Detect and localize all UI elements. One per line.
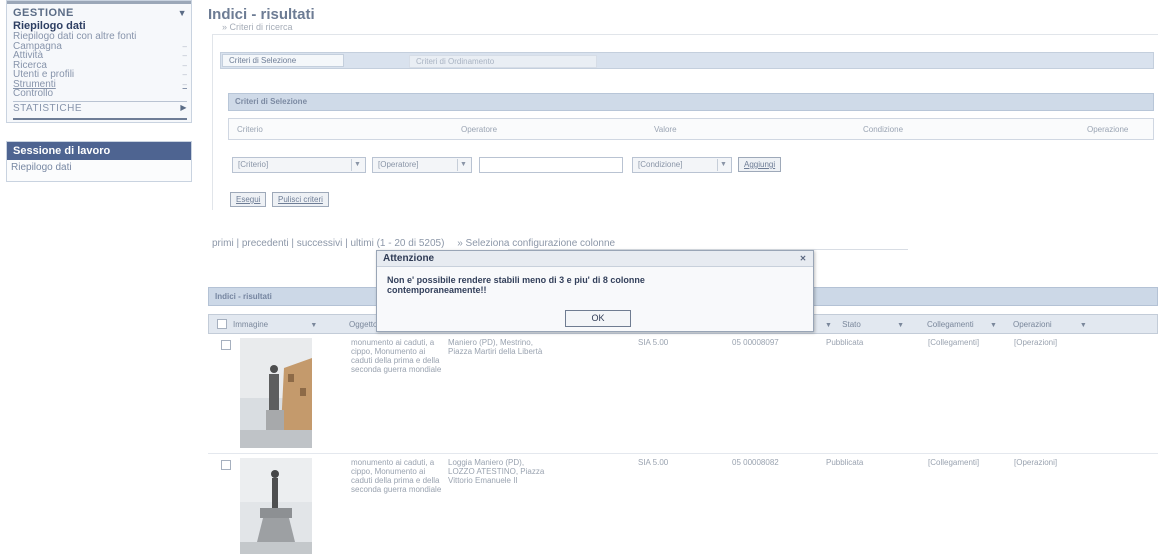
row-collegamenti-link[interactable]: [Collegamenti] — [928, 338, 979, 347]
th-immagine[interactable]: Immagine ▼ — [233, 320, 317, 329]
sidebar: GESTIONE ▼ Riepilogo dati Riepilogo dati… — [6, 0, 192, 182]
th-stato-label: Stato — [842, 320, 861, 329]
chevron-down-icon[interactable]: ▼ — [897, 322, 904, 329]
chevron-down-icon[interactable]: ▼ — [310, 322, 317, 329]
tab-criteri-ordinamento[interactable]: Criteri di Ordinamento — [409, 55, 597, 68]
criteria-columns-row: Criterio Operatore Valore Condizione Ope… — [228, 118, 1154, 140]
row-id: 05 00008082 — [732, 458, 779, 467]
th-operazioni-label: Operazioni — [1013, 320, 1052, 329]
menu-statistiche-label: STATISTICHE — [13, 102, 83, 114]
menu-bottom-line — [13, 117, 187, 120]
menu-item-marker: – — [182, 70, 187, 79]
row-id: 05 00008097 — [732, 338, 779, 347]
dialog-title: Attenzione — [383, 253, 435, 264]
columns-config-link[interactable]: » Seleziona configurazione colonne — [457, 238, 615, 249]
page-next-link[interactable]: successivi — [297, 238, 343, 249]
pagination-separator: | — [236, 238, 240, 249]
dialog-message-line1: Non e' possibile rendere stabili meno di… — [387, 275, 645, 285]
menu-item-marker: – — [182, 51, 187, 60]
th-collegamenti[interactable]: Collegamenti ▼ — [927, 320, 997, 329]
th-immagine-label: Immagine — [233, 320, 269, 329]
select-all-checkbox[interactable] — [217, 319, 227, 329]
session-panel: Sessione di lavoro Riepilogo dati — [6, 140, 192, 182]
menu-header-statistiche[interactable]: STATISTICHE ▶ — [13, 102, 187, 115]
session-title: Sessione di lavoro — [7, 141, 191, 160]
menu-item-marker: – — [182, 79, 187, 89]
menu-item-controllo[interactable]: Controllo — [13, 89, 187, 99]
dialog-titlebar: Attenzione ✕ — [377, 251, 813, 267]
page-previous-link[interactable]: precedenti — [242, 238, 289, 249]
col-operatore: Operatore — [461, 125, 498, 134]
menu-item-marker: – — [182, 60, 187, 70]
ok-button[interactable]: OK — [565, 310, 631, 327]
col-valore: Valore — [654, 125, 677, 134]
condizione-select[interactable]: [Condizione] ▼ — [632, 157, 732, 173]
col-condizione: Condizione — [863, 125, 904, 134]
th-oggetto[interactable]: Oggetto — [349, 320, 377, 329]
chevron-down-icon: ▼ — [717, 159, 729, 171]
dialog-message: Non e' possibile rendere stabili meno di… — [377, 267, 813, 295]
menu-item-label: Controllo — [13, 88, 54, 99]
menu-top-line — [7, 1, 191, 4]
th-operazioni[interactable]: Operazioni ▼ — [1013, 320, 1087, 329]
row-codice: SIA 5.00 — [638, 458, 669, 467]
operatore-select-value: [Operatore] — [378, 160, 419, 169]
th-stato[interactable]: ▼ Stato ▼ — [825, 320, 904, 329]
row-luogo: Maniero (PD), Mestrino, Piazza Martiri d… — [448, 338, 543, 356]
row-collegamenti-link[interactable]: [Collegamenti] — [928, 458, 979, 467]
monument-thumbnail[interactable] — [240, 338, 312, 448]
criterio-select[interactable]: [Criterio] ▼ — [232, 157, 366, 173]
condizione-select-value: [Condizione] — [638, 160, 683, 169]
col-operazione: Operazione — [1087, 125, 1129, 134]
row-checkbox[interactable] — [221, 340, 231, 350]
pagination-separator: | — [291, 238, 294, 249]
monument-thumbnail[interactable] — [240, 458, 312, 554]
criteria-tab-bar: Criteri di Selezione Criteri di Ordiname… — [220, 52, 1154, 69]
menu-item-marker: – — [182, 41, 187, 51]
row-checkbox[interactable] — [221, 460, 231, 470]
table-row: monumento ai caduti, a cippo, Monumento … — [208, 334, 1158, 454]
menu-header-label: GESTIONE — [13, 7, 74, 19]
col-criterio: Criterio — [237, 125, 263, 134]
th-oggetto-label: Oggetto — [349, 320, 378, 329]
page-last-link[interactable]: ultimi (1 - 20 di 5205) — [350, 238, 444, 249]
row-stato: Pubblicata — [826, 458, 864, 467]
row-operazioni-link[interactable]: [Operazioni] — [1014, 338, 1057, 347]
pagination: primi | precedenti | successivi | ultimi… — [212, 238, 615, 249]
main-content: Indici - risultati » Criteri di ricerca … — [208, 0, 1158, 554]
menu-header-gestione[interactable]: GESTIONE ▼ — [13, 7, 187, 19]
tab-criteri-selezione[interactable]: Criteri di Selezione — [222, 54, 344, 67]
row-oggetto: monumento ai caduti, a cippo, Monumento … — [351, 458, 442, 494]
aggiungi-button[interactable]: Aggiungi — [738, 157, 782, 172]
menu-gestione: GESTIONE ▼ Riepilogo dati Riepilogo dati… — [6, 0, 192, 123]
alert-dialog: Attenzione ✕ Non e' possibile rendere st… — [376, 250, 814, 332]
chevron-down-icon: ▼ — [457, 159, 469, 171]
session-item-riepilogo[interactable]: Riepilogo dati — [7, 159, 191, 181]
row-luogo: Loggia Maniero (PD), LOZZO ATESTINO, Pia… — [448, 458, 545, 485]
operatore-select[interactable]: [Operatore] ▼ — [372, 157, 472, 173]
esegui-button[interactable]: Esegui — [230, 192, 267, 207]
pulisci-criteri-button[interactable]: Pulisci criteri — [272, 192, 329, 207]
chevron-down-icon[interactable]: ▼ — [990, 322, 997, 329]
row-operazioni-link[interactable]: [Operazioni] — [1014, 458, 1057, 467]
chevron-down-icon[interactable]: ▼ — [1080, 322, 1087, 329]
dialog-message-line2: contemporaneamente!! — [387, 285, 487, 295]
criterio-select-value: [Criterio] — [238, 160, 269, 169]
page-first-link[interactable]: primi — [212, 238, 234, 249]
valore-input[interactable] — [479, 157, 623, 173]
chevron-down-icon[interactable]: ▼ — [825, 322, 832, 329]
page-title: Indici - risultati — [208, 6, 315, 23]
row-stato: Pubblicata — [826, 338, 864, 347]
pagination-separator: | — [345, 238, 348, 249]
th-collegamenti-label: Collegamenti — [927, 320, 974, 329]
chevron-down-icon[interactable]: ▼ — [178, 8, 187, 18]
chevron-right-icon[interactable]: ▶ — [180, 103, 187, 114]
close-icon[interactable]: ✕ — [797, 253, 809, 264]
chevron-down-icon: ▼ — [351, 159, 363, 171]
row-codice: SIA 5.00 — [638, 338, 669, 347]
selection-header: Criteri di Selezione — [228, 93, 1154, 111]
table-row: monumento ai caduti, a cippo, Monumento … — [208, 454, 1158, 554]
criteria-toggle-link[interactable]: » Criteri di ricerca — [222, 22, 1158, 32]
row-oggetto: monumento ai caduti, a cippo, Monumento … — [351, 338, 442, 374]
